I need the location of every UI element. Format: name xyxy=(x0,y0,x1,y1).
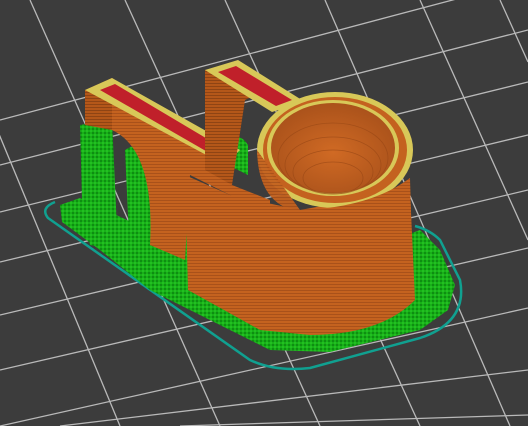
3d-preview-viewport[interactable] xyxy=(0,0,528,426)
preview-canvas[interactable] xyxy=(0,0,528,426)
